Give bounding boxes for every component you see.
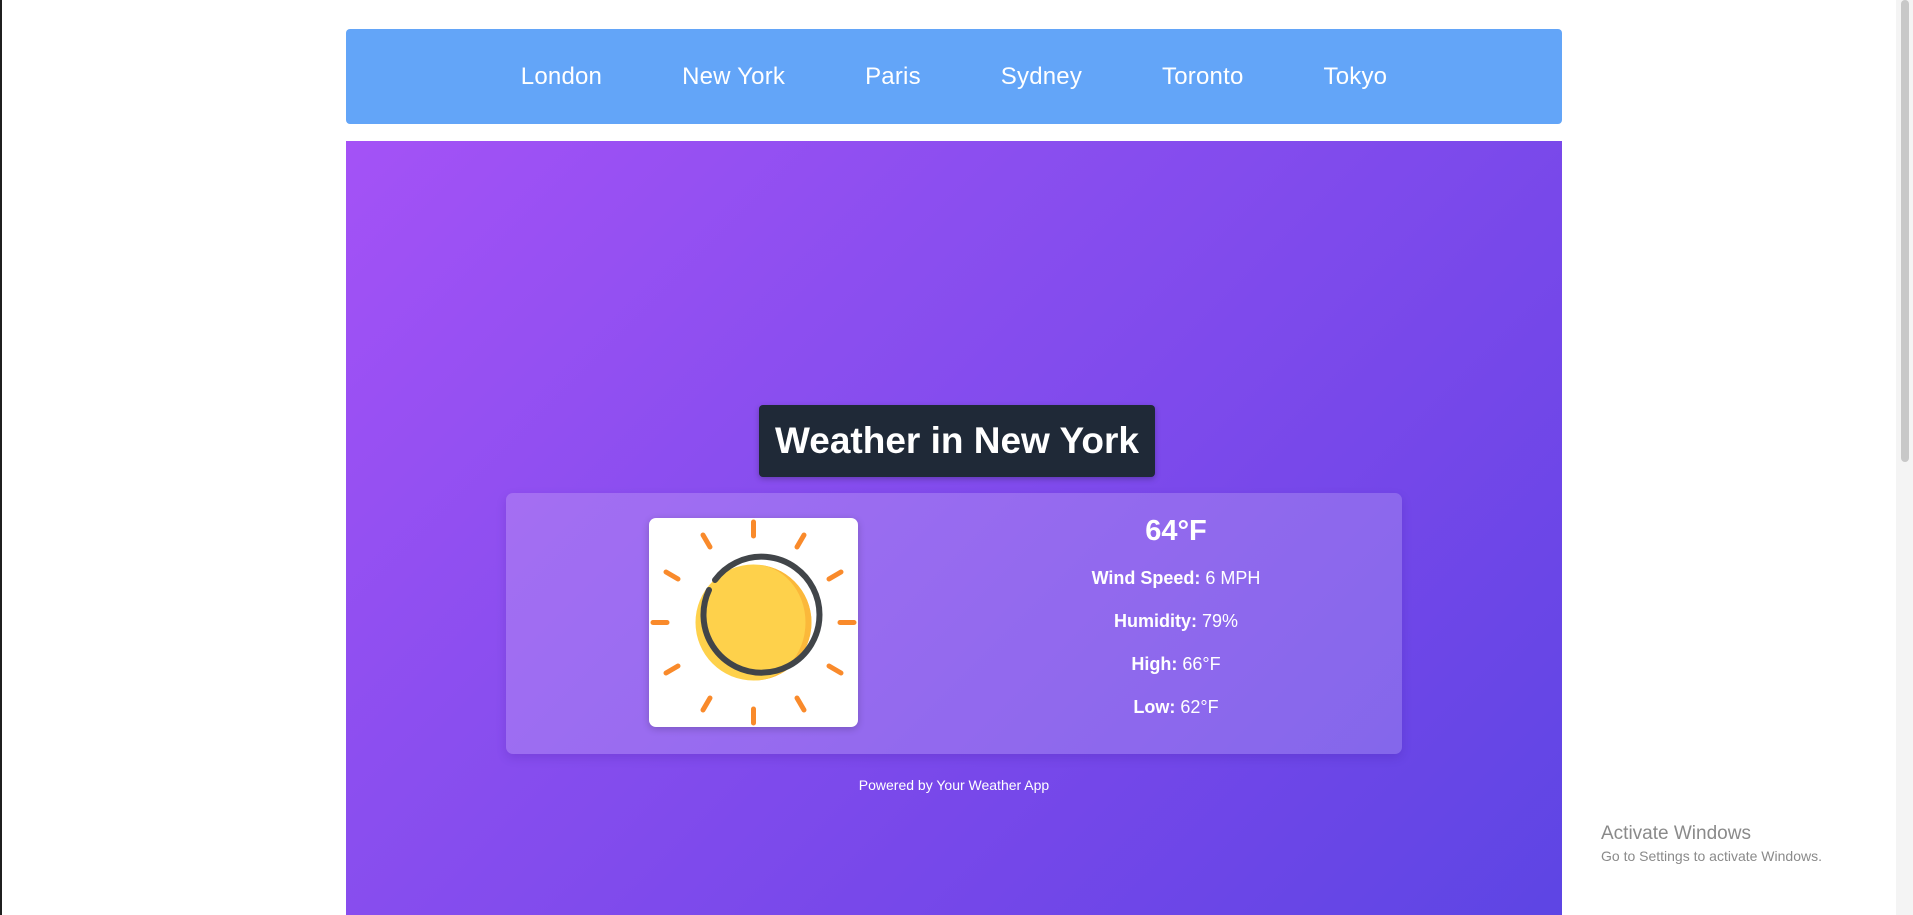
activate-windows-watermark: Activate Windows Go to Settings to activ…: [1601, 823, 1822, 864]
weather-icon-box: [649, 518, 858, 727]
nav-link-paris[interactable]: Paris: [865, 63, 921, 91]
nav-link-sydney[interactable]: Sydney: [1001, 63, 1082, 91]
low-temp-label: Low:: [1133, 697, 1176, 717]
weather-stats: 64°F Wind Speed: 6 MPH Humidity: 79% Hig…: [1026, 515, 1326, 740]
wind-speed-value: 6 MPH: [1205, 568, 1261, 588]
nav-link-tokyo[interactable]: Tokyo: [1324, 63, 1388, 91]
humidity-label: Humidity:: [1113, 611, 1197, 631]
weather-hero: Weather in New York 64°F Wind Speed: 6 M…: [346, 141, 1562, 915]
temperature-value: 64°F: [1145, 515, 1207, 547]
nav-link-new-york[interactable]: New York: [682, 63, 785, 91]
activate-windows-subtitle: Go to Settings to activate Windows.: [1601, 848, 1822, 864]
scrollbar-thumb[interactable]: [1901, 0, 1909, 462]
humidity-row: Humidity: 79%: [1026, 611, 1326, 632]
nav-link-toronto[interactable]: Toronto: [1162, 63, 1243, 91]
weather-card: 64°F Wind Speed: 6 MPH Humidity: 79% Hig…: [506, 493, 1402, 754]
page-title-box: Weather in New York: [759, 405, 1155, 477]
footer-credit: Powered by Your Weather App: [858, 777, 1050, 793]
low-temp-row: Low: 62°F: [1026, 697, 1326, 718]
wind-speed-row: Wind Speed: 6 MPH: [1026, 568, 1326, 589]
vertical-scrollbar[interactable]: [1896, 0, 1913, 915]
high-temp-label: High:: [1131, 654, 1178, 674]
high-temp-value: 66°F: [1182, 654, 1221, 674]
sun-icon: [650, 519, 857, 726]
city-navbar: London New York Paris Sydney Toronto Tok…: [346, 29, 1562, 124]
wind-speed-label: Wind Speed:: [1091, 568, 1201, 588]
page-title: Weather in New York: [775, 420, 1139, 461]
humidity-value: 79%: [1201, 611, 1239, 631]
low-temp-value: 62°F: [1180, 697, 1219, 717]
window-edge: [0, 0, 2, 915]
high-temp-row: High: 66°F: [1026, 654, 1326, 675]
nav-link-london[interactable]: London: [521, 63, 602, 91]
activate-windows-title: Activate Windows: [1601, 823, 1751, 844]
